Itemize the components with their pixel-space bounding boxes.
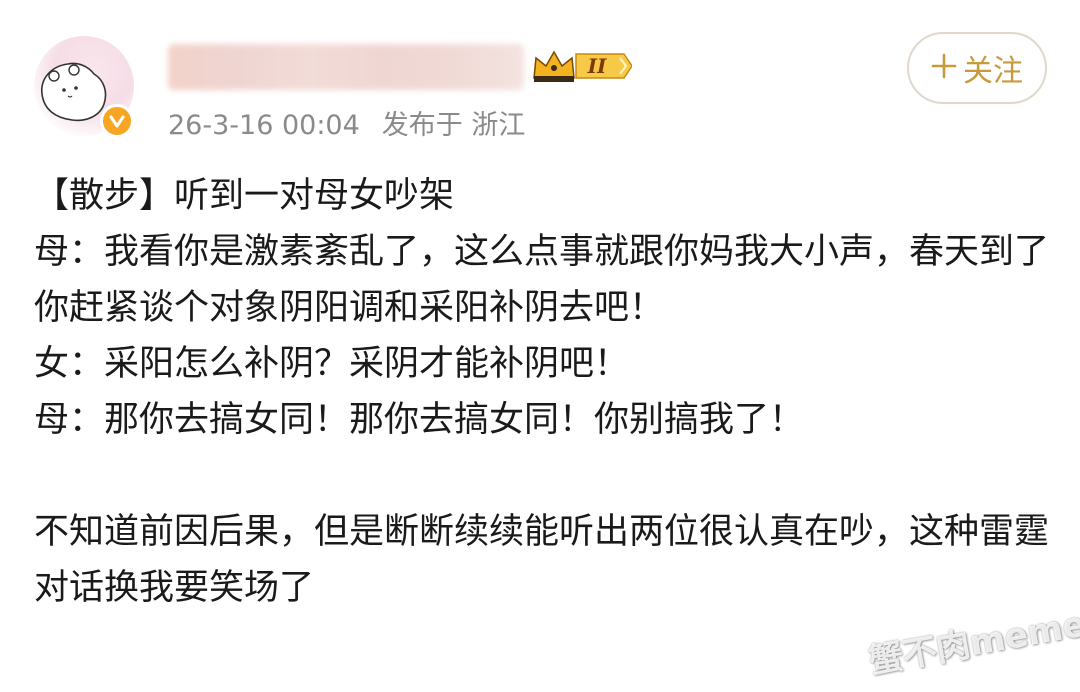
follow-button-label: 关注 bbox=[963, 54, 1023, 89]
post-header: II 26-3-16 00:04 发布于 浙江 关注 bbox=[0, 0, 1080, 160]
post-line-title: 【散步】听到一对母女吵架 bbox=[34, 176, 455, 216]
verified-badge-icon bbox=[100, 104, 134, 138]
post-line: 不知道前因后果，但是断断续续能听出两位很认真在吵，这种雷霆对话换我要笑场了 bbox=[34, 512, 1050, 608]
follow-button[interactable]: 关注 bbox=[907, 32, 1047, 104]
post-meta: 26-3-16 00:04 发布于 浙江 bbox=[168, 106, 547, 146]
username-obscured[interactable] bbox=[168, 44, 524, 90]
post-line: 母：那你去搞女同！那你去搞女同！你别搞我了！ bbox=[34, 400, 805, 440]
post-line: 女：采阳怎么补阴？采阴才能补阴吧！ bbox=[34, 344, 630, 384]
post-location: 发布于 浙江 bbox=[381, 110, 526, 141]
plus-icon bbox=[931, 51, 957, 85]
post-line: 母：我看你是激素紊乱了，这么点事就跟你妈我大小声，春天到了你赶紧谈个对象阴阳调和… bbox=[34, 232, 1050, 328]
vip-level-label: II bbox=[587, 54, 607, 78]
post-body: 【散步】听到一对母女吵架 母：我看你是激素紊乱了，这么点事就跟你妈我大小声，春天… bbox=[34, 168, 1049, 616]
post-line-blank bbox=[34, 448, 1049, 504]
post-timestamp: 26-3-16 00:04 bbox=[168, 110, 360, 141]
